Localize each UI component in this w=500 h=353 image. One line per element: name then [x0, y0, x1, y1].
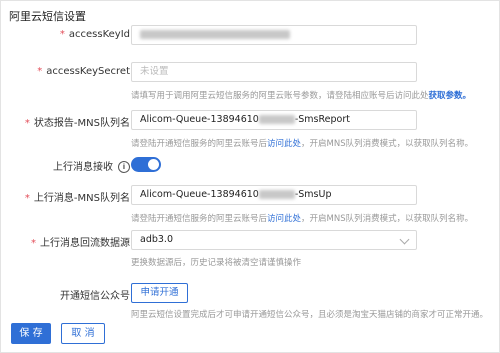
upstream-datasource-label-text: 上行消息回流数据源	[40, 238, 130, 249]
queue-value-prefix: Alicom-Queue-13894610	[140, 189, 259, 200]
queue-value-suffix: -SmsUp	[294, 189, 332, 200]
official-account-label: 开通短信公众号	[60, 291, 130, 302]
status-report-queue-label: * 状态报告-MNS队列名	[25, 114, 130, 129]
required-mark: *	[59, 29, 65, 40]
hint-text: 请登陆开通短信服务的阿里云账号后	[131, 139, 268, 149]
required-mark: *	[24, 193, 30, 204]
cancel-button[interactable]: 取 消	[61, 323, 105, 344]
access-key-id-label: * accessKeyId	[60, 29, 130, 40]
get-params-link[interactable]: 获取参数。	[429, 91, 472, 101]
access-key-secret-label: * accessKeySecret	[37, 66, 130, 77]
upstream-queue-input[interactable]: Alicom-Queue-13894610 -SmsUp	[131, 185, 417, 205]
masked-value	[140, 30, 290, 39]
upstream-receive-toggle[interactable]	[131, 157, 161, 172]
page-title: 阿里云短信设置	[9, 10, 86, 23]
access-key-secret-input[interactable]: 未设置	[131, 62, 417, 82]
upstream-datasource-hint: 更换数据源后，历史记录将被清空请谨慎操作	[131, 258, 302, 268]
hint-text: 请填写用于调用阿里云短信服务的阿里云账号参数，请登陆相应账号后访问此处	[131, 91, 429, 101]
upstream-queue-label: * 上行消息-MNS队列名	[25, 189, 130, 204]
upstream-queue-hint: 请登陆开通短信服务的阿里云账号后访问此处，开启MNS队列消费模式，以获取队列名称…	[131, 212, 473, 224]
official-account-hint: 阿里云短信设置完成后才可申请开通短信公众号，且必须是淘宝天猫店铺的商家才可正常开…	[131, 310, 489, 320]
access-key-secret-hint: 请填写用于调用阿里云短信服务的阿里云账号参数，请登陆相应账号后访问此处获取参数。	[131, 89, 471, 101]
upstream-receive-label: 上行消息接收 i	[53, 158, 130, 173]
hint-text: 请登陆开通短信服务的阿里云账号后	[131, 214, 268, 224]
required-mark: *	[37, 66, 43, 77]
queue-value-suffix: -SmsReport	[294, 114, 350, 125]
access-key-secret-label-text: accessKeySecret	[46, 66, 130, 77]
toggle-knob	[148, 159, 159, 170]
access-key-id-input[interactable]	[131, 25, 417, 45]
status-report-queue-label-text: 状态报告-MNS队列名	[33, 118, 130, 129]
upstream-datasource-label: * 上行消息回流数据源	[31, 234, 130, 249]
masked-value	[258, 190, 295, 199]
hint-text: ，开启MNS队列消费模式，以获取队列名称。	[301, 139, 474, 149]
info-icon[interactable]: i	[118, 161, 130, 173]
status-report-queue-hint: 请登陆开通短信服务的阿里云账号后访问此处，开启MNS队列消费模式，以获取队列名称…	[131, 137, 473, 149]
upstream-datasource-select[interactable]: adb3.0	[131, 230, 417, 250]
visit-here-link[interactable]: 访问此处	[267, 214, 301, 224]
upstream-receive-label-text: 上行消息接收	[53, 162, 113, 173]
visit-here-link[interactable]: 访问此处	[267, 139, 301, 149]
datasource-selected-value: adb3.0	[140, 234, 173, 245]
required-mark: *	[24, 118, 30, 129]
status-report-queue-input[interactable]: Alicom-Queue-13894610 -SmsReport	[131, 110, 417, 130]
queue-value-prefix: Alicom-Queue-13894610	[140, 114, 259, 125]
required-mark: *	[31, 238, 36, 249]
apply-open-button[interactable]: 申请开通	[131, 283, 188, 303]
access-key-id-label-text: accessKeyId	[68, 29, 130, 40]
chevron-down-icon	[399, 234, 410, 245]
hint-text: ，开启MNS队列消费模式，以获取队列名称。	[301, 214, 474, 224]
save-button[interactable]: 保 存	[11, 323, 51, 344]
upstream-queue-label-text: 上行消息-MNS队列名	[33, 193, 130, 204]
masked-value	[258, 115, 295, 124]
